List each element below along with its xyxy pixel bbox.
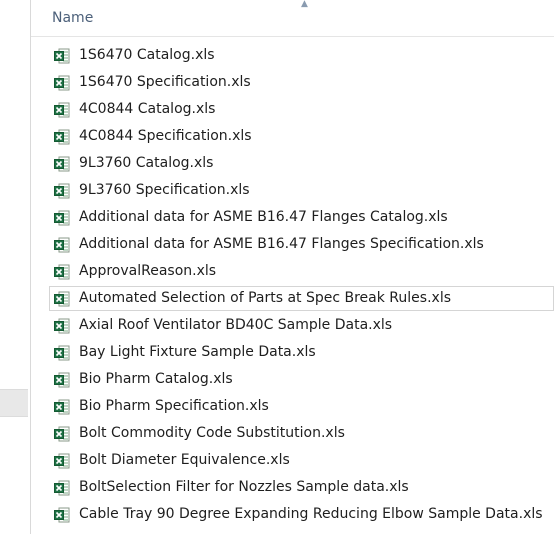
excel-file-icon — [54, 156, 70, 172]
sort-ascending-icon: ▲ — [301, 0, 308, 9]
file-row[interactable]: 4C0844 Catalog.xls — [49, 97, 554, 122]
file-name: Automated Selection of Parts at Spec Bre… — [79, 290, 451, 306]
file-name: Cable Tray 90 Degree Expanding Reducing … — [79, 506, 543, 522]
file-row[interactable]: 1S6470 Specification.xls — [49, 70, 554, 95]
file-name: BoltSelection Filter for Nozzles Sample … — [79, 479, 409, 495]
excel-file-icon — [54, 102, 70, 118]
excel-file-icon — [54, 318, 70, 334]
excel-file-icon — [54, 210, 70, 226]
file-name: Axial Roof Ventilator BD40C Sample Data.… — [79, 317, 393, 333]
file-name: Bolt Diameter Equivalence.xls — [79, 452, 290, 468]
excel-file-icon — [54, 480, 70, 496]
file-name: Additional data for ASME B16.47 Flanges … — [79, 236, 484, 252]
file-row[interactable]: 9L3760 Catalog.xls — [49, 151, 554, 176]
file-row[interactable]: Bay Light Fixture Sample Data.xls — [49, 340, 554, 365]
file-row[interactable]: Axial Roof Ventilator BD40C Sample Data.… — [49, 313, 554, 338]
excel-file-icon — [54, 237, 70, 253]
excel-file-icon — [54, 345, 70, 361]
excel-file-icon — [54, 183, 70, 199]
file-row[interactable]: 4C0844 Specification.xls — [49, 124, 554, 149]
file-row[interactable]: Cable Tray 90 Degree Expanding Reducing … — [49, 502, 554, 527]
file-row[interactable]: Bio Pharm Specification.xls — [49, 394, 554, 419]
file-name: Bolt Commodity Code Substitution.xls — [79, 425, 345, 441]
file-row[interactable]: ApprovalReason.xls — [49, 259, 554, 284]
excel-file-icon — [54, 507, 70, 523]
navigation-pane[interactable] — [0, 0, 31, 534]
excel-file-icon — [54, 291, 70, 307]
file-name: 4C0844 Catalog.xls — [79, 101, 216, 117]
excel-file-icon — [54, 453, 70, 469]
file-name: 9L3760 Specification.xls — [79, 182, 250, 198]
file-row[interactable]: Additional data for ASME B16.47 Flanges … — [49, 232, 554, 257]
file-name: ApprovalReason.xls — [79, 263, 217, 279]
file-name: 4C0844 Specification.xls — [79, 128, 252, 144]
file-row[interactable]: Bolt Commodity Code Substitution.xls — [49, 421, 554, 446]
file-row[interactable]: 9L3760 Specification.xls — [49, 178, 554, 203]
excel-file-icon — [54, 48, 70, 64]
file-name: Bay Light Fixture Sample Data.xls — [79, 344, 316, 360]
excel-file-icon — [54, 264, 70, 280]
file-name: 1S6470 Specification.xls — [79, 74, 251, 90]
excel-file-icon — [54, 129, 70, 145]
excel-file-icon — [54, 399, 70, 415]
file-name: 9L3760 Catalog.xls — [79, 155, 214, 171]
file-row[interactable]: Bio Pharm Catalog.xls — [49, 367, 554, 392]
file-row[interactable]: Additional data for ASME B16.47 Flanges … — [49, 205, 554, 230]
file-name: Additional data for ASME B16.47 Flanges … — [79, 209, 448, 225]
column-header: ▲ Name — [31, 0, 554, 37]
navigation-pane-item[interactable] — [0, 389, 28, 417]
file-name: Bio Pharm Specification.xls — [79, 398, 269, 414]
excel-file-icon — [54, 426, 70, 442]
file-name: Bio Pharm Catalog.xls — [79, 371, 233, 387]
file-list-pane: ▲ Name 1S6470 Catalog.xls 1S6470 Specific… — [31, 0, 554, 534]
column-header-name[interactable]: Name — [52, 10, 93, 26]
file-name: 1S6470 Catalog.xls — [79, 47, 215, 63]
file-row[interactable]: 1S6470 Catalog.xls — [49, 43, 554, 68]
excel-file-icon — [54, 372, 70, 388]
file-row[interactable]: BoltSelection Filter for Nozzles Sample … — [49, 475, 554, 500]
file-row[interactable]: Bolt Diameter Equivalence.xls — [49, 448, 554, 473]
file-row[interactable]: Automated Selection of Parts at Spec Bre… — [49, 286, 554, 311]
excel-file-icon — [54, 75, 70, 91]
